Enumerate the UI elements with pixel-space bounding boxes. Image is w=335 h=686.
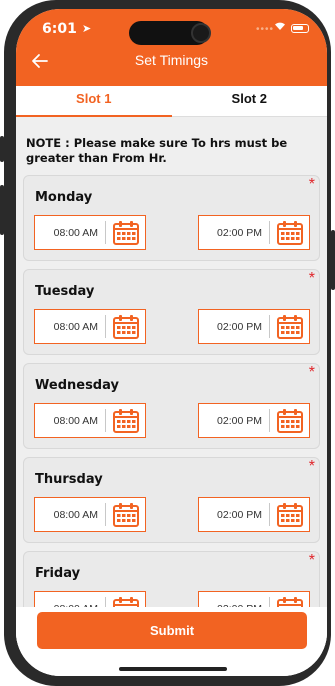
to-time-field[interactable]: 02:00 PM [198, 215, 310, 250]
to-time-value: 02:00 PM [217, 508, 262, 521]
tab-slot-2[interactable]: Slot 2 [171, 86, 327, 117]
submit-button[interactable]: Submit [37, 612, 307, 649]
from-time-value: 08:00 AM [53, 226, 98, 239]
day-label: Wednesday [35, 378, 119, 393]
calendar-icon[interactable] [106, 408, 145, 434]
day-label: Thursday [35, 472, 103, 487]
required-marker: * [308, 552, 315, 569]
from-time-value: 08:00 AM [53, 320, 98, 333]
tab-slot-1[interactable]: Slot 1 [16, 86, 172, 117]
from-time-value: 08:00 AM [53, 414, 98, 427]
location-arrow-icon: ➤ [82, 23, 92, 35]
power-button [331, 230, 335, 290]
page-title: Set Timings [134, 52, 209, 68]
day-card-thursday: * Thursday 08:00 AM 02:00 PM [23, 457, 320, 543]
required-marker: * [308, 270, 315, 287]
required-marker: * [308, 458, 315, 475]
slot-tabs: Slot 1 Slot 2 [16, 86, 327, 117]
status-time: 6:01 [42, 21, 77, 37]
day-label: Monday [35, 190, 93, 205]
home-indicator [119, 667, 227, 671]
timings-content: NOTE : Please make sure To hrs must be g… [16, 117, 327, 676]
to-time-field[interactable]: 02:00 PM [198, 497, 310, 532]
phone-frame: 6:01 ➤ •••• Set Timings Slot 1 Slot 2 NO… [4, 0, 331, 686]
day-card-wednesday: * Wednesday 08:00 AM 02:00 PM [23, 363, 320, 449]
to-time-field[interactable]: 02:00 PM [198, 309, 310, 344]
calendar-icon[interactable] [106, 220, 145, 246]
required-marker: * [308, 176, 315, 193]
day-card-monday: * Monday 08:00 AM 02:00 PM [23, 175, 320, 261]
signal-icon: •••• [256, 24, 275, 35]
calendar-icon[interactable] [106, 502, 145, 528]
calendar-icon[interactable] [270, 408, 309, 434]
calendar-icon[interactable] [270, 220, 309, 246]
phone-screen: 6:01 ➤ •••• Set Timings Slot 1 Slot 2 NO… [16, 9, 327, 676]
from-time-value: 08:00 AM [53, 508, 98, 521]
calendar-icon[interactable] [106, 314, 145, 340]
calendar-icon[interactable] [270, 314, 309, 340]
battery-icon [291, 24, 309, 33]
wifi-icon [274, 20, 286, 34]
calendar-icon[interactable] [270, 502, 309, 528]
app-header: 6:01 ➤ •••• Set Timings [16, 9, 327, 86]
from-time-field[interactable]: 08:00 AM [34, 497, 146, 532]
to-time-value: 02:00 PM [217, 226, 262, 239]
required-marker: * [308, 364, 315, 381]
to-time-value: 02:00 PM [217, 414, 262, 427]
day-card-tuesday: * Tuesday 08:00 AM 02:00 PM [23, 269, 320, 355]
to-time-field[interactable]: 02:00 PM [198, 403, 310, 438]
note-text: NOTE : Please make sure To hrs must be g… [26, 136, 288, 165]
from-time-field[interactable]: 08:00 AM [34, 215, 146, 250]
to-time-value: 02:00 PM [217, 320, 262, 333]
day-label: Friday [35, 566, 81, 581]
from-time-field[interactable]: 08:00 AM [34, 403, 146, 438]
day-label: Tuesday [35, 284, 95, 299]
camera-icon [191, 23, 211, 43]
from-time-field[interactable]: 08:00 AM [34, 309, 146, 344]
